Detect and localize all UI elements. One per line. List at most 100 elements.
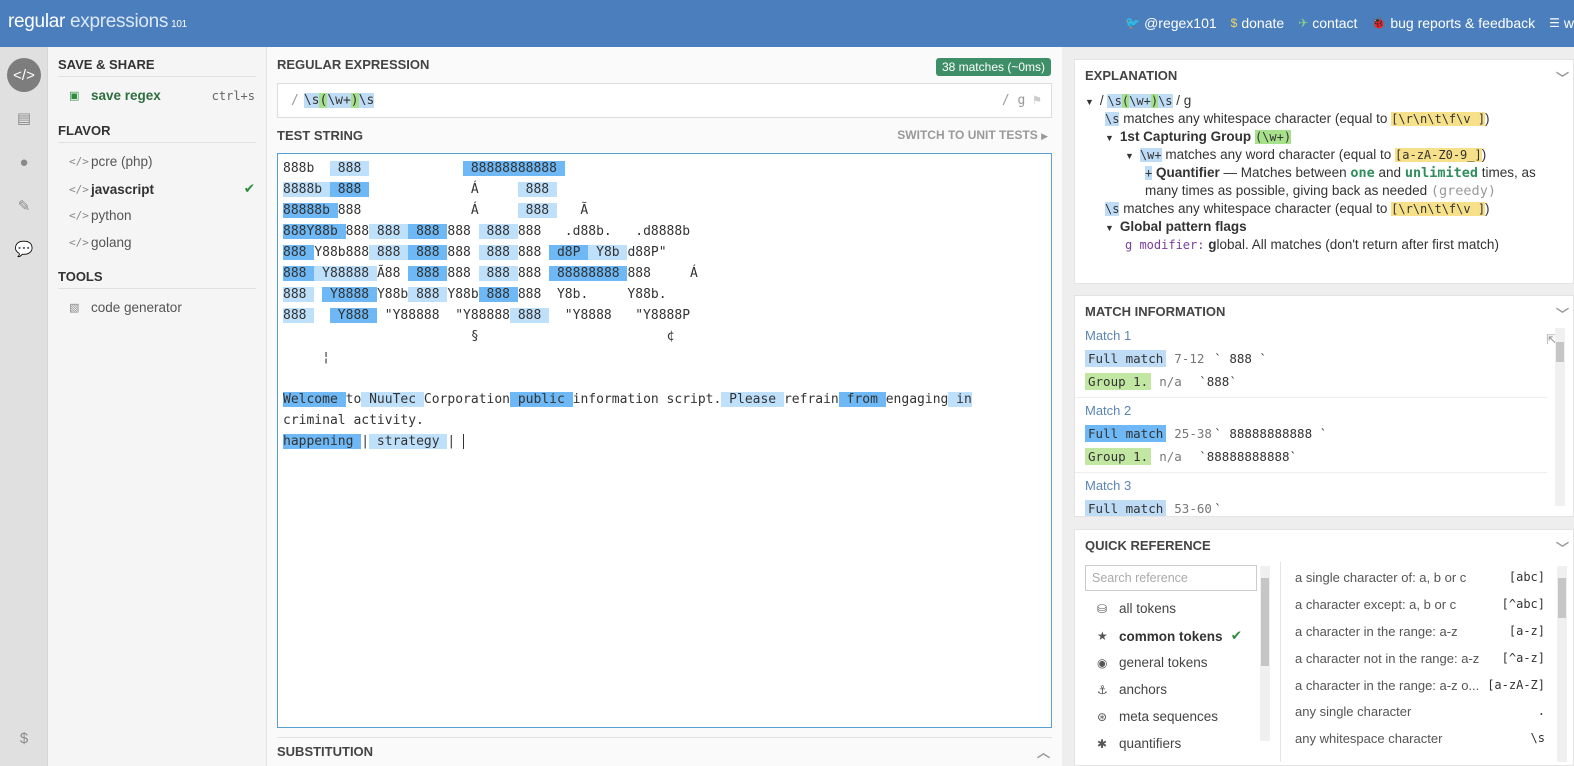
regex-token-word: \w+: [327, 93, 351, 108]
ref-desc: a character in the range: a-z: [1295, 624, 1458, 639]
match-1-full[interactable]: Full match 7-12 ` 888 `: [1085, 350, 1267, 367]
code-icon: </>: [69, 155, 89, 168]
match-2-group[interactable]: Group 1. n/a `88888888888`: [1085, 448, 1297, 465]
user-icon[interactable]: ●: [7, 145, 41, 179]
match-highlight: 888: [329, 182, 370, 197]
ref-cat-meta-sequences[interactable]: ⊛ meta sequences: [1097, 709, 1242, 724]
test-text: refrain: [783, 392, 839, 407]
match-value: ` 888 `: [1214, 351, 1267, 366]
ref-item[interactable]: a character except: a, b or c [^abc]: [1295, 597, 1545, 612]
code-generator-button[interactable]: ▧ code generator: [69, 300, 255, 315]
substitution-heading[interactable]: SUBSTITUTION ︿: [277, 737, 1052, 760]
regex-token-ws: \s: [303, 93, 320, 108]
match-highlight: Y888: [329, 308, 377, 323]
flavor-label: golang: [91, 235, 132, 250]
ref-item[interactable]: a single character of: a, b or c [abc]: [1295, 570, 1545, 585]
ref-cat-general-tokens[interactable]: ◉ general tokens: [1097, 655, 1242, 670]
match-highlight: 888Y88b: [283, 224, 346, 239]
test-line: ¦: [283, 347, 1046, 368]
match-highlight: in: [948, 392, 972, 407]
search-reference-input[interactable]: Search reference: [1085, 565, 1257, 591]
ref-cat-quantifiers[interactable]: ✱ quantifiers: [1097, 736, 1242, 751]
wiki-link-label: w: [1563, 15, 1574, 31]
ref-item[interactable]: any whitespace character \s: [1295, 731, 1545, 746]
ref-cat-common-tokens[interactable]: ★ common tokens ✔: [1097, 628, 1242, 644]
match-range: 53-60: [1174, 501, 1212, 516]
test-text: Ã: [556, 203, 769, 218]
test-text: 888 .d88b. .d8888b: [517, 224, 769, 239]
match-highlight: 888: [478, 245, 518, 260]
file-code-icon: ▧: [69, 302, 80, 314]
chat-icon[interactable]: 💬: [7, 232, 41, 266]
twitter-link[interactable]: 🐦 @regex101: [1125, 15, 1217, 31]
ref-item[interactable]: any single character.: [1295, 704, 1545, 719]
ref-cat-anchors[interactable]: ⚓ anchors: [1097, 682, 1242, 697]
dollar-icon[interactable]: $: [7, 721, 41, 755]
contact-link[interactable]: ✈ contact: [1298, 15, 1357, 31]
match-highlight: 888: [408, 224, 448, 239]
keyword-unlimited: unlimited: [1404, 165, 1478, 181]
match-info-scrollbar[interactable]: [1555, 328, 1565, 506]
token-group-close: ): [1150, 94, 1159, 108]
match-highlight: 8888b: [283, 182, 330, 197]
test-text: information script.: [572, 392, 722, 407]
regex-input[interactable]: / \s(\w+) \s / g ⚑: [277, 83, 1052, 118]
full-match-label: Full match: [1085, 500, 1167, 516]
match-range: 7-12: [1174, 351, 1205, 366]
word-class: [a-zA-Z0-9_]: [1395, 148, 1482, 162]
anchor-icon: ⚓: [1097, 682, 1108, 697]
match-information-heading[interactable]: MATCH INFORMATION ﹀: [1075, 296, 1573, 323]
match-highlight: 888: [478, 224, 518, 239]
ref-categories-scrollbar[interactable]: [1260, 566, 1270, 741]
test-text: d88P": [627, 245, 769, 260]
match-value: ` 88888888888 `: [1214, 426, 1328, 441]
icon-bar: </> ▤ ● ✎ 💬 $: [0, 47, 48, 766]
switch-to-unit-tests[interactable]: SWITCH TO UNIT TESTS ▶: [897, 128, 1048, 142]
match-2-full[interactable]: Full match 25-38 ` 88888888888 `: [1085, 425, 1327, 442]
test-line: [283, 368, 1046, 389]
regex101-logo[interactable]: regular expressions 101: [8, 11, 187, 33]
full-match-label: Full match: [1085, 350, 1167, 367]
code-icon[interactable]: </>: [7, 58, 41, 92]
explanation-ws-2: \s matches any whitespace character (equ…: [1105, 201, 1490, 216]
ref-item[interactable]: a character not in the range: a-z [^a-z]: [1295, 651, 1545, 666]
flags-title: Global pattern flags: [1119, 219, 1247, 234]
explanation-heading[interactable]: EXPLANATION ﹀: [1075, 60, 1573, 87]
match-3-full[interactable]: Full match 53-60 `: [1085, 500, 1222, 516]
group-regex: (\w+): [1254, 130, 1292, 144]
bug-reports-link[interactable]: 🐞 bug reports & feedback: [1371, 15, 1535, 31]
ws-desc: matches any whitespace character (equal …: [1123, 111, 1388, 126]
test-text: Ã88: [376, 266, 409, 281]
ref-cat-all-tokens[interactable]: ⛁ all tokens: [1097, 601, 1242, 616]
token-word: \w+: [1129, 94, 1151, 108]
flavor-pcre[interactable]: </> pcre (php): [69, 154, 255, 169]
flavor-python[interactable]: </> python: [69, 208, 255, 223]
test-string-input[interactable]: 888b 888 88888888888 8888b 888 Á 888 888…: [277, 153, 1052, 728]
quick-reference-heading[interactable]: QUICK REFERENCE ﹀: [1075, 530, 1573, 557]
regex-flags[interactable]: / g ⚑: [1002, 93, 1041, 108]
quantifier-desc-2: many times as possible, giving back as n…: [1145, 183, 1428, 198]
ref-item[interactable]: a character in the range: a-z [a-z]: [1295, 624, 1545, 639]
ref-token: \s: [1530, 731, 1545, 745]
chevron-down-icon: ﹀: [1555, 71, 1569, 86]
test-text: to: [345, 392, 362, 407]
ref-items-scrollbar[interactable]: [1557, 566, 1567, 762]
wiki-link[interactable]: ☰ w: [1549, 15, 1574, 31]
match-highlight: from: [838, 392, 886, 407]
wrench-icon[interactable]: ✎: [7, 189, 41, 223]
library-icon[interactable]: ▤: [7, 101, 41, 135]
top-links: 🐦 @regex101 $ donate ✈ contact 🐞 bug reports…: [1125, 15, 1574, 31]
flavor-javascript[interactable]: </> javascript ✔: [69, 181, 255, 197]
donate-link[interactable]: $ donate: [1231, 15, 1285, 31]
test-line: 888 Y88b888 888 888 888 888 888 d8P Y8b …: [283, 242, 1046, 263]
ref-item[interactable]: a character in the range: a-z o... [a-zA-…: [1295, 678, 1545, 693]
logo-text-main: regular: [8, 11, 66, 32]
match-highlight: d8P: [549, 245, 589, 260]
match-1-group[interactable]: Group 1. n/a `888`: [1085, 373, 1237, 390]
save-regex-button[interactable]: ▣ save regex ctrl+s: [69, 88, 255, 103]
editor-area: REGULAR EXPRESSION 38 matches (~0ms) / \…: [267, 47, 1062, 766]
flavor-golang[interactable]: </> golang: [69, 235, 255, 250]
token-ws: \s: [1105, 112, 1120, 126]
token-plus: +: [1145, 166, 1153, 180]
test-text: [314, 287, 322, 302]
